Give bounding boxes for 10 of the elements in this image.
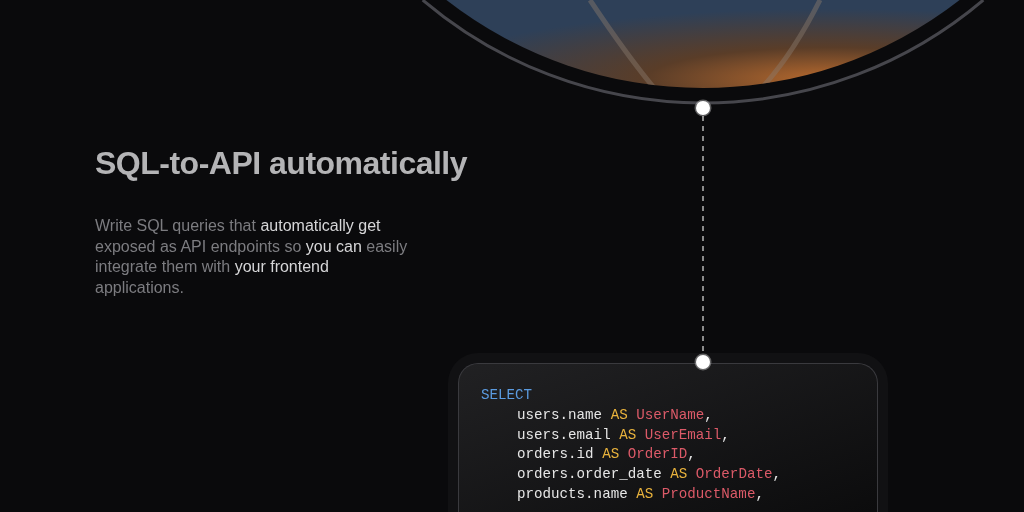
code-line: users.email AS UserEmail, <box>516 425 731 445</box>
description-text: Write SQL queries that automatically get exposed as API endpoints so you can easily integrate them with your frontend applications. <box>95 216 409 298</box>
code-line: SELECT <box>481 386 534 405</box>
code-line: products.name AS ProductName, <box>516 485 765 504</box>
connector-dot <box>694 99 712 117</box>
connector-dot <box>694 353 712 371</box>
section-heading: SQL-to-API automatically <box>95 144 469 183</box>
code-line: orders.order_date AS OrderDate, <box>516 465 782 485</box>
code-line: users.name AS UserName, <box>516 405 714 425</box>
code-line: orders.id AS OrderID, <box>516 445 697 465</box>
